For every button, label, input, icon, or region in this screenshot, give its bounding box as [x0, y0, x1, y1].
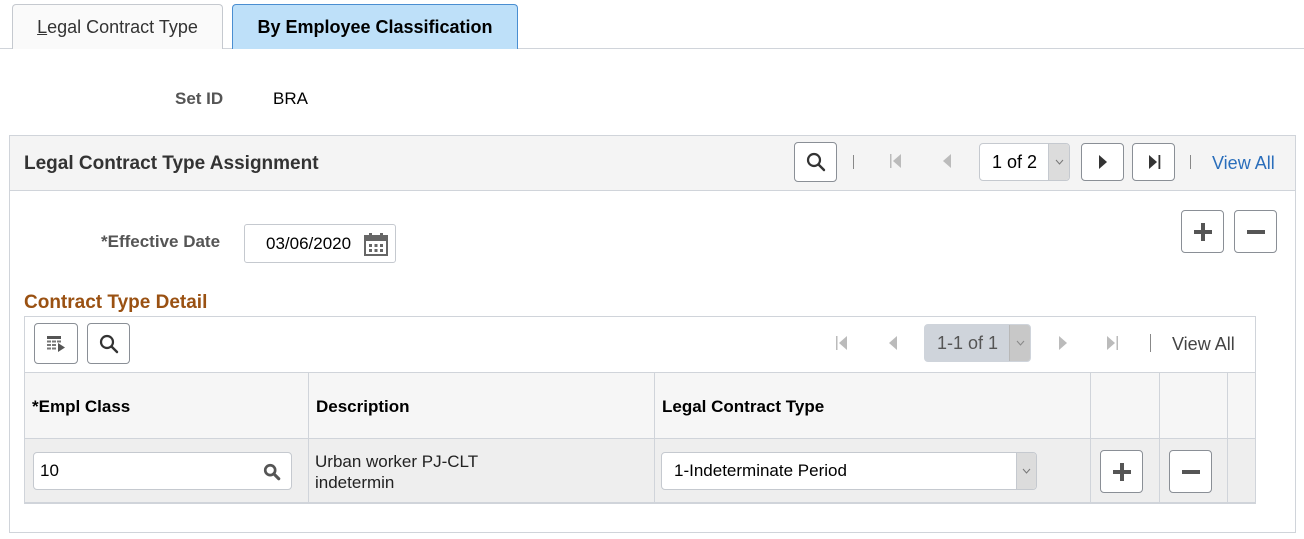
grid-last-page-button[interactable]	[1103, 334, 1121, 352]
chevron-down-icon	[1009, 325, 1030, 361]
last-page-icon	[1148, 155, 1160, 169]
grid-next-button[interactable]	[1054, 334, 1072, 352]
column-divider	[1090, 373, 1091, 502]
separator	[853, 155, 854, 169]
personalize-grid-button[interactable]	[34, 323, 78, 364]
legal-contract-type-value: 1-Indeterminate Period	[674, 461, 847, 480]
column-divider	[654, 373, 655, 502]
tab-accesskey: L	[37, 16, 48, 37]
last-page-icon	[1107, 336, 1118, 350]
search-icon[interactable]	[263, 463, 281, 481]
view-all-link[interactable]: View All	[1212, 153, 1275, 174]
column-divider	[1227, 373, 1228, 502]
effective-date-label: *Effective Date	[101, 232, 221, 251]
empl-class-value: 10	[40, 461, 59, 480]
minus-icon	[1181, 469, 1200, 474]
previous-button[interactable]	[937, 152, 957, 170]
column-header-description[interactable]: Description	[316, 397, 410, 417]
previous-icon	[943, 154, 951, 168]
grid-header-row: *Empl Class Description Legal Contract T…	[25, 373, 1255, 439]
plus-icon	[1193, 222, 1212, 241]
chevron-down-icon	[1048, 144, 1069, 180]
delete-grid-row-button[interactable]	[1169, 450, 1212, 493]
separator	[1190, 155, 1191, 169]
column-header-empl-class[interactable]: *Empl Class	[32, 397, 130, 417]
last-page-button[interactable]	[1132, 143, 1175, 181]
tab-by-employee-classification[interactable]: By Employee Classification	[232, 4, 518, 49]
next-button[interactable]	[1081, 143, 1124, 181]
search-icon	[806, 152, 825, 172]
find-button[interactable]	[794, 142, 837, 182]
grid-personalize-icon	[47, 335, 65, 352]
description-line-1: Urban worker PJ-CLT	[315, 452, 479, 471]
column-header-legal-contract-type[interactable]: Legal Contract Type	[662, 397, 824, 417]
legal-contract-type-select[interactable]: 1-Indeterminate Period	[661, 452, 1037, 490]
previous-icon	[889, 336, 897, 350]
section-title: Legal Contract Type Assignment	[24, 153, 319, 174]
pager-value: 1 of 2	[992, 151, 1038, 172]
first-page-icon	[836, 336, 847, 350]
chevron-down-icon	[1016, 453, 1036, 489]
next-icon	[1059, 336, 1067, 350]
add-grid-row-button[interactable]	[1100, 450, 1143, 493]
grid-pager-value: 1-1 of 1	[937, 332, 999, 353]
empl-class-input[interactable]: 10	[33, 452, 292, 490]
contract-type-detail-title: Contract Type Detail	[24, 292, 208, 313]
column-divider	[308, 373, 309, 502]
tab-legal-contract-type[interactable]: Legal Contract Type	[12, 4, 223, 49]
next-icon	[1098, 155, 1107, 169]
add-row-button[interactable]	[1181, 210, 1224, 253]
first-page-icon	[890, 154, 901, 168]
description-line-2: indetermin	[315, 473, 395, 492]
setid-value: BRA	[273, 89, 308, 108]
effective-date-value: 03/06/2020	[266, 233, 352, 253]
grid-previous-button[interactable]	[884, 334, 902, 352]
grid-row-pager-select[interactable]: 1-1 of 1	[924, 324, 1031, 362]
minus-icon	[1246, 229, 1265, 234]
first-page-button[interactable]	[886, 152, 906, 170]
plus-icon	[1112, 462, 1131, 481]
grid-find-button[interactable]	[87, 323, 130, 364]
separator	[1150, 334, 1151, 352]
effective-date-input[interactable]: 03/06/2020	[244, 224, 396, 263]
row-pager-select[interactable]: 1 of 2	[979, 143, 1070, 181]
calendar-icon[interactable]	[364, 232, 388, 256]
tab-label: By Employee Classification	[257, 16, 493, 37]
grid-view-all-link[interactable]: View All	[1172, 334, 1235, 355]
search-icon	[99, 334, 118, 353]
grid-first-page-button[interactable]	[833, 334, 851, 352]
delete-row-button[interactable]	[1234, 210, 1277, 253]
setid-label: Set ID	[175, 89, 224, 108]
column-divider	[1159, 373, 1160, 502]
tab-label: egal Contract Type	[47, 16, 198, 37]
